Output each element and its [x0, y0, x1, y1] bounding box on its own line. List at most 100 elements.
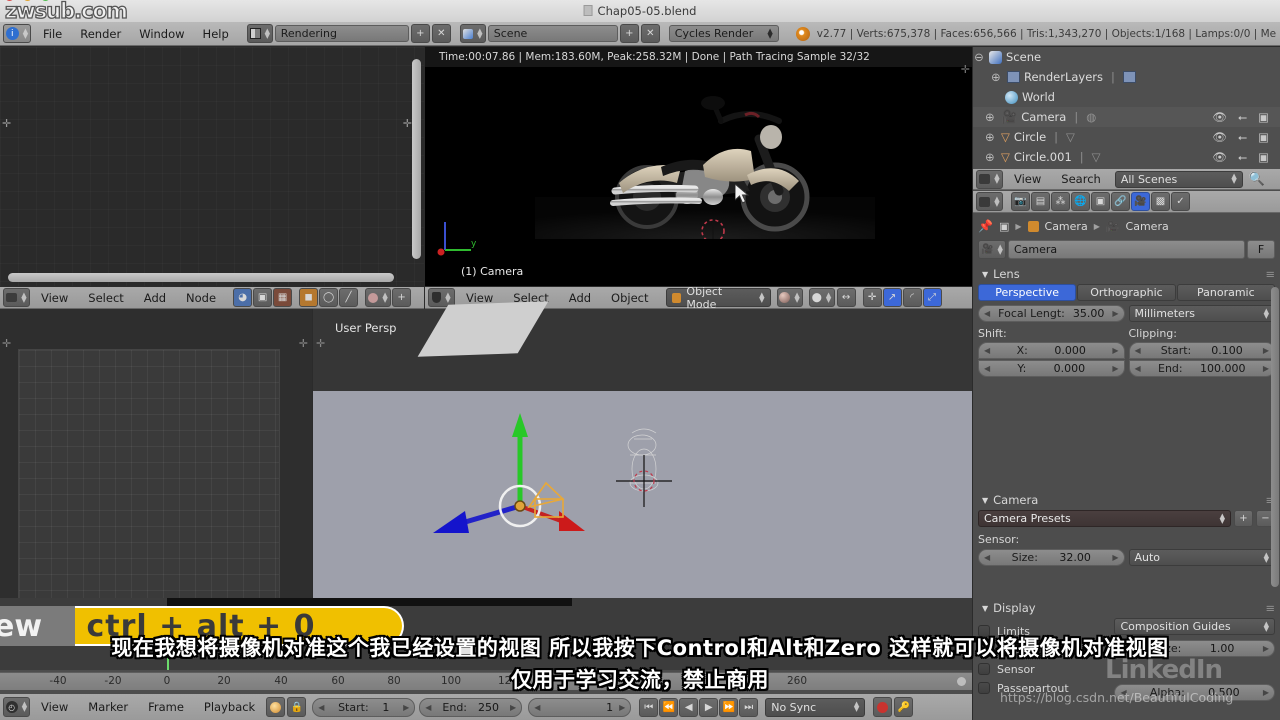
shift-x-field[interactable]: ◀ X: 0.000 ▶: [978, 342, 1125, 359]
node-linestyle-button[interactable]: ╱: [339, 288, 359, 307]
node-world-button[interactable]: ◯: [319, 288, 339, 307]
tab-scene-icon[interactable]: ⁂: [1051, 192, 1070, 211]
viewport-shading-select[interactable]: ▲ ▼: [776, 288, 803, 307]
sensor-size-field[interactable]: ◀ Size: 32.00 ▶: [978, 549, 1125, 566]
timeline-menu-frame[interactable]: Frame: [139, 697, 193, 717]
scale-manipulator-button[interactable]: ⤢: [922, 288, 942, 307]
outliner-expand-icon[interactable]: ⊕: [985, 150, 997, 164]
restrict-view-icon[interactable]: 👁: [1212, 150, 1227, 165]
outliner-expand-icon[interactable]: ⊕: [991, 70, 1003, 84]
restrict-view-icon[interactable]: 👁: [1212, 110, 1227, 125]
manipulator-toggle-button[interactable]: ✛: [862, 288, 882, 307]
editor-type-outliner-button[interactable]: ▲ ▼: [976, 169, 1003, 189]
add-scene-button[interactable]: +: [619, 24, 639, 43]
image-editor-right-handle[interactable]: ✛: [961, 63, 970, 76]
mesh-data-icon[interactable]: ▽: [1092, 150, 1101, 164]
node-menu-select[interactable]: Select: [79, 288, 132, 308]
outliner-expand-icon[interactable]: ⊖: [973, 50, 985, 64]
view3d-plane-object[interactable]: [417, 301, 549, 357]
tab-texture-icon[interactable]: ▩: [1151, 192, 1170, 211]
jump-to-prev-keyframe-button[interactable]: ⏪: [659, 697, 679, 717]
restrict-view-icon[interactable]: 👁: [1212, 130, 1227, 145]
texture-nodes-button[interactable]: ▦: [273, 288, 293, 307]
outliner-display-mode-select[interactable]: All Scenes ▲ ▼: [1114, 170, 1243, 188]
outliner-row-circle-001[interactable]: ⊕ ▽ Circle.001 | ▽ 👁 ⭠ ▣: [973, 147, 1280, 167]
restrict-select-icon[interactable]: ⭠: [1238, 130, 1247, 145]
display-panel-header[interactable]: ▼ Display ≡: [982, 601, 1275, 615]
focal-length-field[interactable]: ◀ Focal Lengt: 35.00 ▶: [978, 305, 1125, 322]
tab-render-icon[interactable]: 📷: [1011, 192, 1030, 211]
focal-unit-select[interactable]: Millimeters ▲ ▼: [1128, 305, 1275, 322]
pin-id-icon[interactable]: 📌: [978, 219, 993, 233]
render-engine-select[interactable]: Cycles Render ▲ ▼: [668, 25, 779, 42]
add-screen-layout-button[interactable]: +: [410, 24, 430, 43]
renderlayer-data-icon[interactable]: [1122, 71, 1136, 83]
view3d-motorcycle-wireframe[interactable]: [608, 421, 678, 511]
breadcrumb-data[interactable]: Camera: [1126, 220, 1169, 233]
play-button[interactable]: ▶: [699, 697, 719, 717]
outliner-editor[interactable]: ⊖ Scene ⊕ RenderLayers | World ⊕ 🎥 Camer…: [973, 47, 1280, 169]
editor-type-info-button[interactable]: i ▲ ▼: [3, 24, 31, 43]
properties-scrollbar[interactable]: [1271, 287, 1279, 587]
outliner-menu-view[interactable]: View: [1005, 169, 1050, 189]
pivot-point-select[interactable]: ⬤ ▲ ▼: [808, 288, 835, 307]
node-object-button[interactable]: ◼: [299, 288, 319, 307]
camera-data-name-field[interactable]: Camera: [1008, 240, 1245, 259]
camera-panel-header[interactable]: ▼ Camera ≡: [982, 493, 1275, 507]
rotate-manipulator-button[interactable]: ◜: [902, 288, 922, 307]
editor-type-timeline-button[interactable]: ◴ ▲ ▼: [3, 697, 30, 717]
tab-constraints-icon[interactable]: 🔗: [1111, 192, 1130, 211]
uv-image-canvas[interactable]: [18, 349, 280, 604]
outliner-row-world[interactable]: World: [973, 87, 1280, 107]
jump-to-start-button[interactable]: ⏮: [639, 697, 659, 717]
shader-nodes-button[interactable]: ◕: [233, 288, 253, 307]
play-reverse-button[interactable]: ◀: [679, 697, 699, 717]
sensor-fit-select[interactable]: Auto ▲ ▼: [1128, 549, 1275, 566]
node-editor-canvas[interactable]: ✛ ✛: [0, 47, 424, 286]
add-camera-preset-button[interactable]: +: [1234, 510, 1253, 527]
breadcrumb-object[interactable]: Camera: [1045, 220, 1088, 233]
view3d-menu-object[interactable]: Object: [602, 288, 657, 308]
node-editor-vscrollbar[interactable]: [412, 59, 421, 259]
restrict-select-icon[interactable]: ⭠: [1238, 150, 1247, 165]
outliner-row-circle[interactable]: ⊕ ▽ Circle | ▽ 👁 ⭠ ▣: [973, 127, 1280, 147]
tab-object-data-camera-icon[interactable]: 🎥: [1131, 192, 1150, 211]
clip-end-field[interactable]: ◀ End: 100.000 ▶: [1128, 360, 1275, 377]
jump-to-end-button[interactable]: ⏭: [739, 697, 759, 717]
outliner-expand-icon[interactable]: ⊕: [985, 110, 997, 124]
tab-world-icon[interactable]: 🌐: [1071, 192, 1090, 211]
current-frame-field[interactable]: ◀ 1 ▶: [528, 697, 632, 717]
browse-camera-data-button[interactable]: 🎥 ▲ ▼: [978, 240, 1006, 259]
uv-pane-right-handle[interactable]: ✛: [299, 337, 308, 350]
keying-set-button[interactable]: 🔑: [894, 697, 914, 717]
screen-layout-icon-button[interactable]: ▲ ▼: [246, 24, 273, 43]
menu-render[interactable]: Render: [71, 24, 130, 44]
timeline-menu-marker[interactable]: Marker: [79, 697, 137, 717]
editor-type-properties-button[interactable]: ▲ ▼: [976, 192, 1003, 211]
outliner-row-scene[interactable]: ⊖ Scene: [973, 47, 1280, 67]
snap-during-transform-button[interactable]: ↔: [836, 288, 856, 307]
interaction-mode-select[interactable]: Object Mode ▲ ▼: [665, 285, 771, 311]
fake-user-button[interactable]: F: [1247, 240, 1275, 259]
scene-icon-button[interactable]: ▲ ▼: [459, 24, 486, 43]
lens-type-perspective-button[interactable]: Perspective: [978, 284, 1077, 301]
camera-presets-select[interactable]: Camera Presets ▲ ▼: [978, 510, 1231, 527]
clip-start-field[interactable]: ◀ Start: 0.100 ▶: [1128, 342, 1275, 359]
use-audio-scrub-button[interactable]: [266, 697, 286, 717]
restrict-select-icon[interactable]: ⭠: [1238, 110, 1247, 125]
view3d-left-handle[interactable]: ✛: [316, 337, 325, 350]
lens-panel-header[interactable]: ▼ Lens ≡: [982, 267, 1275, 281]
node-new-material-button[interactable]: +: [392, 288, 412, 307]
mesh-data-icon[interactable]: ▽: [1066, 130, 1075, 144]
timeline-menu-view[interactable]: View: [32, 697, 77, 717]
delete-scene-button[interactable]: ✕: [640, 24, 660, 43]
restrict-render-icon[interactable]: ▣: [1258, 110, 1269, 125]
timeline-menu-playback[interactable]: Playback: [195, 697, 264, 717]
sync-mode-select[interactable]: No Sync ▲ ▼: [765, 697, 866, 717]
menu-window[interactable]: Window: [130, 24, 193, 44]
node-menu-add[interactable]: Add: [135, 288, 175, 308]
scene-name-field[interactable]: Scene: [487, 25, 618, 42]
transform-manipulator[interactable]: [413, 411, 733, 591]
auto-keyframe-record-button[interactable]: [873, 697, 893, 717]
outliner-row-renderlayers[interactable]: ⊕ RenderLayers |: [973, 67, 1280, 87]
